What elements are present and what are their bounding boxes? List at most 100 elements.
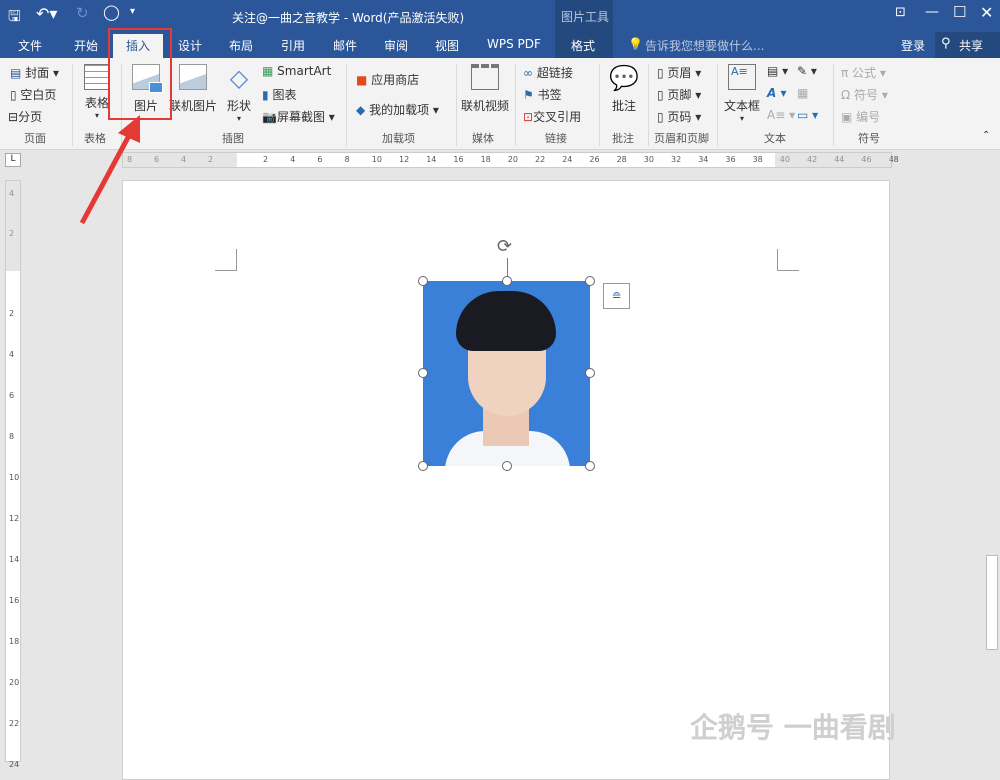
ribbon-display-icon[interactable]: ⊡ <box>895 5 906 20</box>
online-picture-button[interactable]: 联机图片 <box>168 64 218 114</box>
tab-file[interactable]: 文件 <box>18 37 42 54</box>
customize-qat-icon[interactable]: ▾ <box>130 6 135 17</box>
lightbulb-icon: 💡 <box>628 37 643 51</box>
save-icon[interactable]: 🖫 <box>8 6 21 31</box>
ruler-tick-label: 20 <box>507 155 518 164</box>
resize-handle[interactable] <box>585 461 595 471</box>
screenshot-button[interactable]: 📷屏幕截图 ▾ <box>262 108 335 125</box>
textbox-button[interactable]: A≡ 文本框 ▾ <box>722 64 762 123</box>
group-illustrations-label: 插图 <box>222 132 244 145</box>
group-header-footer-label: 页眉和页脚 <box>654 132 709 145</box>
cross-reference-button[interactable]: ⊡交叉引用 <box>523 108 581 125</box>
resize-handle[interactable] <box>502 276 512 286</box>
ruler-tick-label: 38 <box>752 155 763 164</box>
comment-button[interactable]: 💬 批注 <box>604 64 644 114</box>
symbol-button[interactable]: Ω 符号 ▾ <box>841 86 888 103</box>
video-icon <box>471 64 499 90</box>
shapes-button[interactable]: ◇ 形状 ▾ <box>222 64 256 123</box>
resize-handle[interactable] <box>585 368 595 378</box>
ruler-tick-label: 8 <box>344 155 350 164</box>
ruler-tick-label: 12 <box>399 155 410 164</box>
resize-handle[interactable] <box>502 461 512 471</box>
tell-me-input[interactable]: 告诉我您想要做什么... <box>645 37 764 54</box>
tab-wps-pdf[interactable]: WPS PDF <box>487 37 541 51</box>
page-break-button[interactable]: ⊟分页 <box>8 108 42 125</box>
tab-design[interactable]: 设计 <box>178 37 202 54</box>
resize-handle[interactable] <box>418 461 428 471</box>
redo-icon[interactable]: ↻ <box>76 4 89 22</box>
watermark: 企鹅号 一曲看剧 <box>690 711 896 744</box>
header-button[interactable]: ▯ 页眉 ▾ <box>657 64 701 81</box>
rotate-handle-icon[interactable]: ⟳ <box>497 236 512 257</box>
tab-home[interactable]: 开始 <box>74 37 98 54</box>
comment-icon: 💬 <box>609 64 639 92</box>
layout-options-icon[interactable]: ≘ <box>603 283 630 309</box>
online-video-button[interactable]: 联机视频 <box>459 64 511 114</box>
undo-icon[interactable]: ↶▾ <box>36 4 57 23</box>
date-time-icon[interactable]: ▦ <box>797 86 808 100</box>
resize-handle[interactable] <box>418 368 428 378</box>
wordart-icon[interactable]: A ▾ <box>767 86 787 100</box>
object-icon[interactable]: ▭ ▾ <box>797 108 818 122</box>
quick-parts-icon[interactable]: ▤ ▾ <box>767 64 788 78</box>
group-pages-label: 页面 <box>24 132 46 145</box>
document-page[interactable] <box>122 180 890 780</box>
bookmark-button[interactable]: ⚑ 书签 <box>523 86 562 103</box>
maximize-icon[interactable]: ☐ <box>953 3 966 21</box>
number-button[interactable]: ▣ 编号 <box>841 108 880 125</box>
tab-format[interactable]: 格式 <box>571 37 595 54</box>
ruler-tick-label: 2 <box>9 309 15 318</box>
tab-selector[interactable]: L <box>5 153 21 167</box>
hyperlink-button[interactable]: ∞ 超链接 <box>523 64 573 81</box>
ruler-tick-label: 16 <box>9 596 20 605</box>
cover-page-button[interactable]: ▤ 封面 ▾ <box>10 64 59 81</box>
ruler-tick-label: 32 <box>671 155 682 164</box>
close-icon[interactable]: ✕ <box>980 3 993 22</box>
ruler-tick-label: 2 <box>263 155 269 164</box>
ruler-tick-label: 22 <box>9 719 20 728</box>
ruler-tick-label: 26 <box>589 155 600 164</box>
store-button[interactable]: ■ 应用商店 <box>356 71 419 88</box>
ruler-tick-label: 14 <box>426 155 437 164</box>
shapes-icon: ◇ <box>229 64 249 92</box>
signature-icon[interactable]: ✎ ▾ <box>797 64 817 78</box>
horizontal-ruler[interactable]: 8642246810121416182022242628303234363840… <box>122 152 899 168</box>
ruler-tick-label: 18 <box>480 155 491 164</box>
tab-review[interactable]: 审阅 <box>384 37 408 54</box>
ruler-tick-label: 16 <box>453 155 464 164</box>
tab-view[interactable]: 视图 <box>435 37 459 54</box>
tab-references[interactable]: 引用 <box>281 37 305 54</box>
collapse-ribbon-icon[interactable]: ⌃ <box>982 130 990 141</box>
vertical-scrollbar[interactable] <box>984 170 1000 762</box>
login-link[interactable]: 登录 <box>901 37 925 54</box>
ruler-tick-label: 6 <box>9 391 15 400</box>
group-symbols-label: 符号 <box>858 132 880 145</box>
ruler-tick-label: 24 <box>9 760 20 769</box>
group-media-label: 媒体 <box>472 132 494 145</box>
resize-handle[interactable] <box>585 276 595 286</box>
user-icon: ⚲ <box>941 36 951 51</box>
ruler-tick-label: 10 <box>371 155 382 164</box>
scrollbar-thumb[interactable] <box>986 555 998 650</box>
equation-button[interactable]: π 公式 ▾ <box>841 64 886 81</box>
chart-button[interactable]: ▮ 图表 <box>262 86 296 103</box>
tab-layout[interactable]: 布局 <box>229 37 253 54</box>
resize-handle[interactable] <box>418 276 428 286</box>
tab-mailings[interactable]: 邮件 <box>333 37 357 54</box>
red-arrow-annotation <box>79 115 140 225</box>
ruler-tick-label: 8 <box>9 432 15 441</box>
title-bar: 🖫 ↶▾ ↻ ◯ ▾ 关注@一曲之音教学 - Word(产品激活失败) 图片工具… <box>0 0 1000 58</box>
vertical-ruler[interactable]: 4224681012141618202224 <box>5 180 21 769</box>
smartart-button[interactable]: ▦ SmartArt <box>262 64 331 78</box>
blank-page-button[interactable]: ▯ 空白页 <box>10 86 56 103</box>
circle-icon[interactable]: ◯ <box>103 3 120 21</box>
page-number-button[interactable]: ▯ 页码 ▾ <box>657 108 701 125</box>
ruler-tick-label: 6 <box>317 155 323 164</box>
minimize-icon[interactable]: — <box>925 4 939 20</box>
share-button[interactable]: ⚲ 共享 <box>935 32 1000 58</box>
selected-picture[interactable] <box>423 281 590 466</box>
ruler-tick-label: 34 <box>698 155 709 164</box>
footer-button[interactable]: ▯ 页脚 ▾ <box>657 86 701 103</box>
drop-cap-icon[interactable]: A≡ ▾ <box>767 108 795 122</box>
my-addins-button[interactable]: ◆ 我的加载项 ▾ <box>356 101 439 118</box>
